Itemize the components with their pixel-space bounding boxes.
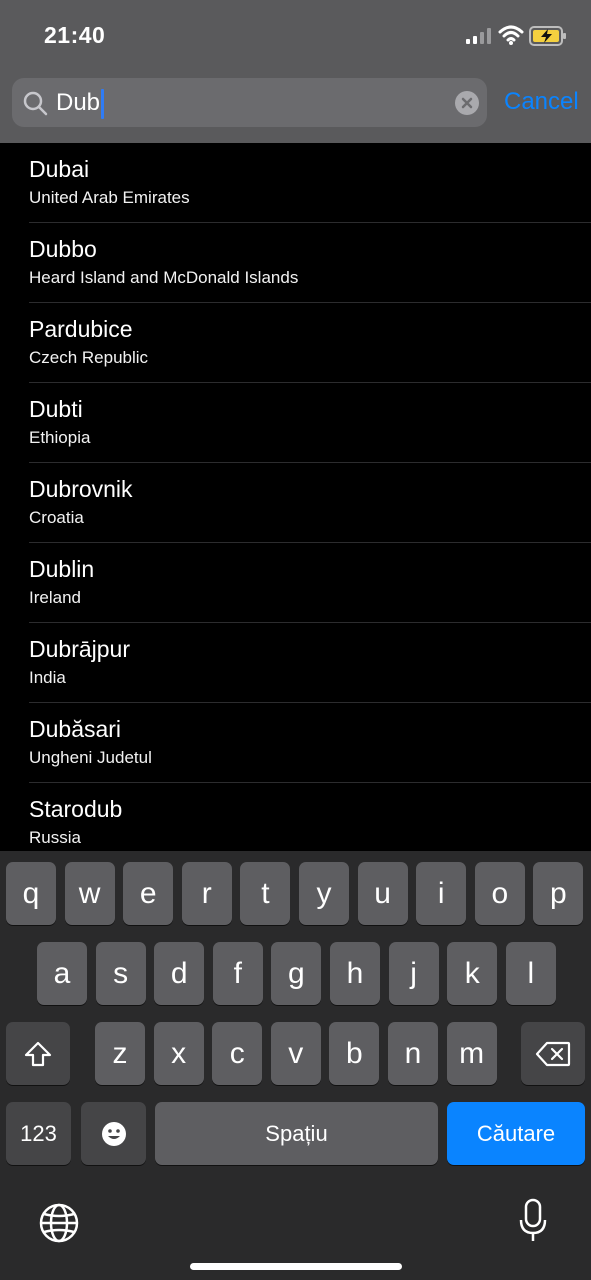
search-icon — [23, 91, 48, 116]
key-t[interactable]: t — [240, 862, 291, 925]
result-country: Heard Island and McDonald Islands — [29, 268, 299, 287]
search-key[interactable]: Căutare — [447, 1102, 585, 1165]
delete-key[interactable] — [521, 1022, 585, 1085]
globe-icon[interactable] — [38, 1202, 80, 1244]
emoji-icon — [101, 1121, 126, 1146]
result-row[interactable]: Starodub Russia — [0, 783, 591, 851]
result-row[interactable]: Dubai United Arab Emirates — [0, 143, 591, 223]
key-m[interactable]: m — [446, 1022, 497, 1085]
key-o[interactable]: o — [474, 862, 525, 925]
home-indicator — [190, 1263, 402, 1270]
key-x[interactable]: x — [153, 1022, 204, 1085]
key-j[interactable]: j — [388, 942, 439, 1005]
result-country: Ungheni Judetul — [29, 748, 152, 767]
numbers-key[interactable]: 123 — [6, 1102, 71, 1165]
result-city: Dublin — [29, 556, 95, 582]
result-row[interactable]: Pardubice Czech Republic — [0, 303, 591, 383]
search-header: 21:40 Dub Cancel — [0, 0, 591, 143]
result-city: Dubai — [29, 156, 90, 182]
key-y[interactable]: y — [299, 862, 349, 925]
result-country: India — [29, 668, 66, 687]
keyboard: 123 Spațiu Căutare qwertyuiop asdfghjkl zx… — [0, 851, 591, 1280]
key-b[interactable]: b — [329, 1022, 380, 1085]
key-w[interactable]: w — [64, 862, 115, 925]
backspace-icon — [535, 1041, 571, 1066]
space-key[interactable]: Spațiu — [155, 1102, 438, 1165]
key-a[interactable]: a — [37, 942, 87, 1005]
key-c[interactable]: c — [212, 1022, 263, 1085]
result-city: Pardubice — [29, 316, 133, 342]
emoji-key[interactable] — [81, 1102, 146, 1165]
shift-icon — [24, 1041, 52, 1066]
battery-charging-icon — [529, 26, 566, 46]
status-time: 21:40 — [44, 22, 106, 48]
result-row[interactable]: Dubrovnik Croatia — [0, 463, 591, 543]
key-f[interactable]: f — [212, 942, 263, 1005]
result-row[interactable]: Dublin Ireland — [0, 543, 591, 623]
clear-text-icon[interactable] — [455, 91, 479, 115]
cellular-signal-icon — [466, 28, 491, 44]
cancel-button[interactable]: Cancel — [504, 88, 579, 116]
key-p[interactable]: p — [533, 862, 584, 925]
result-city: Dubti — [29, 396, 83, 422]
key-v[interactable]: v — [270, 1022, 321, 1085]
key-h[interactable]: h — [330, 942, 380, 1005]
text-caret — [101, 88, 105, 119]
result-row[interactable]: Dubrājpur India — [0, 623, 591, 703]
key-q[interactable]: q — [6, 862, 56, 925]
search-field[interactable]: Dub — [12, 78, 487, 127]
key-i[interactable]: i — [416, 862, 467, 925]
result-row[interactable]: Dubbo Heard Island and McDonald Islands — [0, 223, 591, 303]
result-country: Ethiopia — [29, 428, 91, 447]
shift-key[interactable] — [6, 1022, 70, 1085]
key-r[interactable]: r — [181, 862, 232, 925]
result-country: Russia — [29, 828, 81, 847]
wifi-icon — [498, 25, 524, 45]
key-u[interactable]: u — [357, 862, 408, 925]
result-country: Czech Republic — [29, 348, 149, 367]
result-country: Croatia — [29, 508, 84, 527]
result-row[interactable]: Dubăsari Ungheni Judetul — [0, 703, 591, 783]
key-n[interactable]: n — [388, 1022, 438, 1085]
key-s[interactable]: s — [95, 942, 146, 1005]
key-k[interactable]: k — [447, 942, 498, 1005]
result-city: Dubbo — [29, 236, 97, 262]
key-d[interactable]: d — [154, 942, 205, 1005]
result-country: United Arab Emirates — [29, 188, 190, 207]
key-z[interactable]: z — [95, 1022, 145, 1085]
result-city: Starodub — [29, 796, 123, 822]
key-e[interactable]: e — [123, 862, 174, 925]
result-city: Dubrovnik — [29, 476, 133, 502]
result-row[interactable]: Dubti Ethiopia — [0, 383, 591, 463]
microphone-icon[interactable] — [518, 1198, 548, 1244]
search-input[interactable]: Dub — [56, 87, 105, 119]
result-city: Dubrājpur — [29, 636, 130, 662]
result-country: Ireland — [29, 588, 81, 607]
key-l[interactable]: l — [505, 942, 556, 1005]
results-list: Dubai United Arab Emirates Dubbo Heard Isla… — [0, 143, 591, 851]
key-g[interactable]: g — [271, 942, 322, 1005]
result-city: Dubăsari — [29, 716, 122, 742]
